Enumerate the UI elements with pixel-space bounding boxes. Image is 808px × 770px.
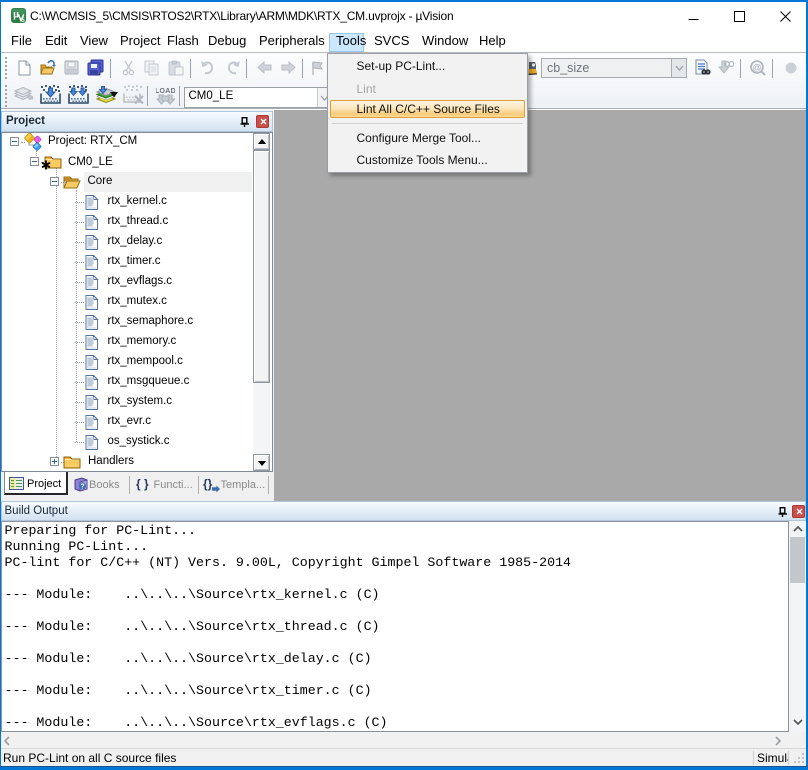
svg-text:?: ?: [80, 484, 84, 491]
svg-text:LOAD: LOAD: [156, 88, 175, 95]
svg-text:@: @: [752, 63, 761, 73]
